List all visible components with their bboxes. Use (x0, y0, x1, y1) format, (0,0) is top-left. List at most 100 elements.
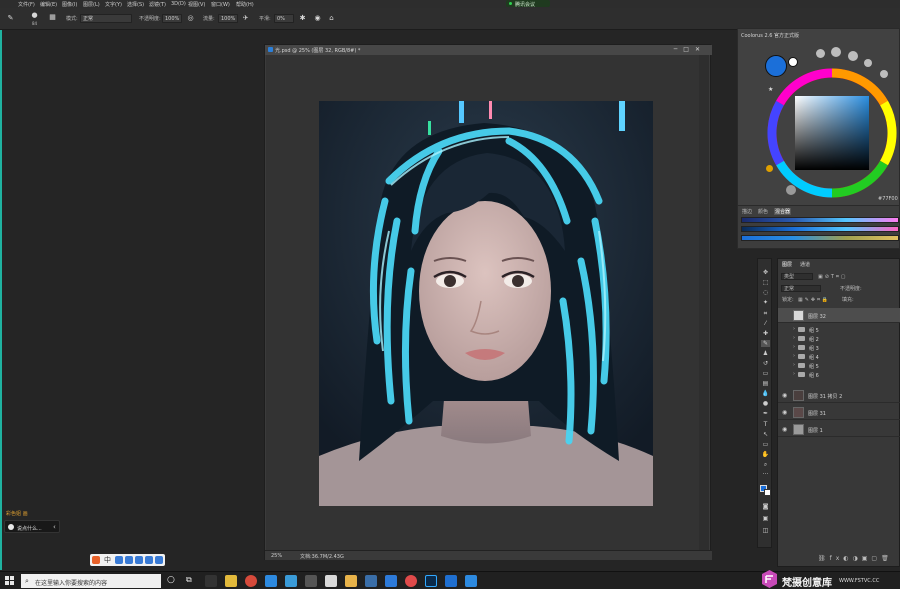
app-icon-6[interactable] (305, 575, 317, 587)
chevron-left-icon[interactable]: ‹ (53, 523, 56, 531)
menu-window[interactable]: 窗口(W) (211, 1, 230, 8)
document-size-info[interactable]: 文档:36.7M/2.43G (300, 553, 344, 560)
mode-select[interactable]: 正常 (80, 14, 132, 23)
layer-row-31-copy2[interactable]: ◉ 图层 31 拷贝 2 (778, 388, 900, 403)
taskbar-search[interactable]: ⌕ 在这里输入你要搜索的内容 (21, 574, 161, 588)
menu-type[interactable]: 文字(Y) (105, 1, 122, 8)
mode-dot-icon[interactable] (831, 47, 841, 57)
app-icon-4[interactable] (265, 575, 277, 587)
brush-preset-icon[interactable]: ● (30, 11, 39, 20)
marquee-tool-icon[interactable]: ⬚ (761, 279, 770, 286)
skin-icon[interactable] (145, 556, 153, 564)
eyedropper-icon[interactable]: ⁄ (761, 320, 770, 327)
window-controls[interactable]: ─□✕ (674, 46, 706, 53)
menu-filter[interactable]: 滤镜(T) (149, 1, 166, 8)
crop-tool-icon[interactable]: ⌗ (761, 310, 770, 317)
toolbox-icon[interactable] (155, 556, 163, 564)
brush-tool-icon[interactable]: ✎ (6, 14, 15, 23)
path-select-icon[interactable]: ↖ (761, 431, 770, 438)
hand-tool-icon[interactable]: ✋ (761, 451, 770, 458)
tab-mixer[interactable]: 混合器 (774, 208, 792, 215)
menu-select[interactable]: 选择(S) (127, 1, 144, 8)
shape-tool-icon[interactable]: ▭ (761, 441, 770, 448)
stamp-tool-icon[interactable]: ♟ (761, 350, 770, 357)
menu-view[interactable]: 视图(V) (188, 1, 205, 8)
screen-mode-icon[interactable]: ▣ (761, 515, 770, 522)
blend-mode-select[interactable]: 正常 (781, 285, 821, 292)
background-color-swatch[interactable] (788, 57, 798, 67)
layer-actions-bar[interactable]: ⛓fx◐◑▣▢🗑 (818, 556, 893, 562)
menu-layer[interactable]: 图层(L) (83, 1, 100, 8)
symmetry-icon[interactable]: ⌂ (327, 14, 336, 23)
quick-mask-icon[interactable]: ◙ (761, 503, 770, 510)
tab-stroke[interactable]: 描边 (742, 208, 752, 215)
vertical-scrollbar[interactable] (699, 55, 709, 551)
mixer-slider-3[interactable] (741, 235, 899, 241)
blur-tool-icon[interactable]: 💧 (761, 390, 770, 397)
pressure-opacity-icon[interactable]: ◎ (186, 14, 195, 23)
eye-icon[interactable]: ◉ (782, 426, 787, 433)
opacity-field[interactable]: 100% (162, 14, 182, 23)
layer-group-row[interactable]: › 组 2 (778, 334, 900, 343)
eraser-tool-icon[interactable]: ▭ (761, 370, 770, 377)
chrome-icon[interactable] (245, 575, 257, 587)
cortana-icon[interactable]: ○ (167, 575, 175, 585)
history-brush-icon[interactable]: ↺ (761, 360, 770, 367)
dodge-tool-icon[interactable]: ● (761, 400, 770, 407)
settings-dot-icon[interactable] (864, 59, 872, 67)
harmony-dot-icon[interactable] (848, 51, 858, 61)
chat-input-bubble[interactable]: 说点什么... ‹ (4, 520, 60, 533)
filter-icons[interactable]: ▣⊘T⌗▢ (818, 275, 848, 280)
tab-layers[interactable]: 图层 (782, 261, 792, 268)
chevron-right-icon[interactable]: › (793, 335, 795, 341)
more-tools-icon[interactable]: ··· (761, 471, 770, 478)
palette-dot-icon[interactable] (880, 70, 888, 78)
pressure-size-icon[interactable]: ◉ (313, 14, 322, 23)
punctuation-icon[interactable] (115, 556, 123, 564)
app-icon-13[interactable] (445, 575, 457, 587)
play-icon[interactable] (786, 185, 796, 195)
app-icon-10[interactable] (385, 575, 397, 587)
netease-music-icon[interactable] (405, 575, 417, 587)
chevron-right-icon[interactable]: › (793, 326, 795, 332)
zoom-level[interactable]: 25% (271, 553, 282, 559)
background-color-chip[interactable] (764, 489, 771, 496)
menu-file[interactable]: 文件(F) (18, 1, 35, 8)
chevron-right-icon[interactable]: › (793, 362, 795, 368)
layer-group-row[interactable]: › 组 4 (778, 352, 900, 361)
app-icon-5[interactable] (285, 575, 297, 587)
tab-color[interactable]: 颜色 (758, 208, 768, 215)
app-icon-14[interactable] (465, 575, 477, 587)
layer-row-1[interactable]: ◉ 图层 1 (778, 422, 900, 437)
chevron-right-icon[interactable]: › (793, 353, 795, 359)
photoshop-taskbar-icon[interactable] (425, 575, 437, 587)
app-icon-8[interactable] (345, 575, 357, 587)
sogou-logo-icon[interactable] (92, 556, 100, 564)
eye-icon[interactable]: ◉ (782, 392, 787, 399)
healing-brush-icon[interactable]: ✚ (761, 330, 770, 337)
lock-icons[interactable]: ▦✎✥⌗🔒 (798, 298, 830, 303)
zoom-tool-icon[interactable]: ⌕ (761, 461, 770, 468)
keyboard-icon[interactable] (135, 556, 143, 564)
artboard-icon[interactable]: ◫ (761, 527, 770, 534)
mixer-slider-2[interactable] (741, 226, 899, 232)
airbrush-icon[interactable]: ✈ (241, 14, 250, 23)
menu-edit[interactable]: 编辑(E) (40, 1, 57, 8)
layer-group-row[interactable]: › 组 5 (778, 361, 900, 370)
chevron-right-icon[interactable]: › (793, 371, 795, 377)
star-icon[interactable]: ★ (768, 86, 773, 93)
pen-tool-icon[interactable]: ✒ (761, 410, 770, 417)
steam-icon[interactable] (365, 575, 377, 587)
swap-colors-icon[interactable] (766, 165, 773, 172)
gradient-tool-icon[interactable]: ▤ (761, 380, 770, 387)
chevron-right-icon[interactable]: › (793, 344, 795, 350)
smoothing-field[interactable]: 0% (274, 14, 294, 23)
brush-dot-icon[interactable] (816, 49, 825, 58)
gear-icon[interactable]: ✱ (298, 14, 307, 23)
menu-help[interactable]: 帮助(H) (236, 1, 254, 8)
layer-group-row[interactable]: › 组 5 (778, 325, 900, 334)
flow-field[interactable]: 100% (218, 14, 238, 23)
brush-settings-icon[interactable]: ▦ (48, 13, 57, 22)
layer-filter-select[interactable]: 类型 (781, 273, 813, 280)
menu-image[interactable]: 图像(I) (62, 1, 77, 8)
